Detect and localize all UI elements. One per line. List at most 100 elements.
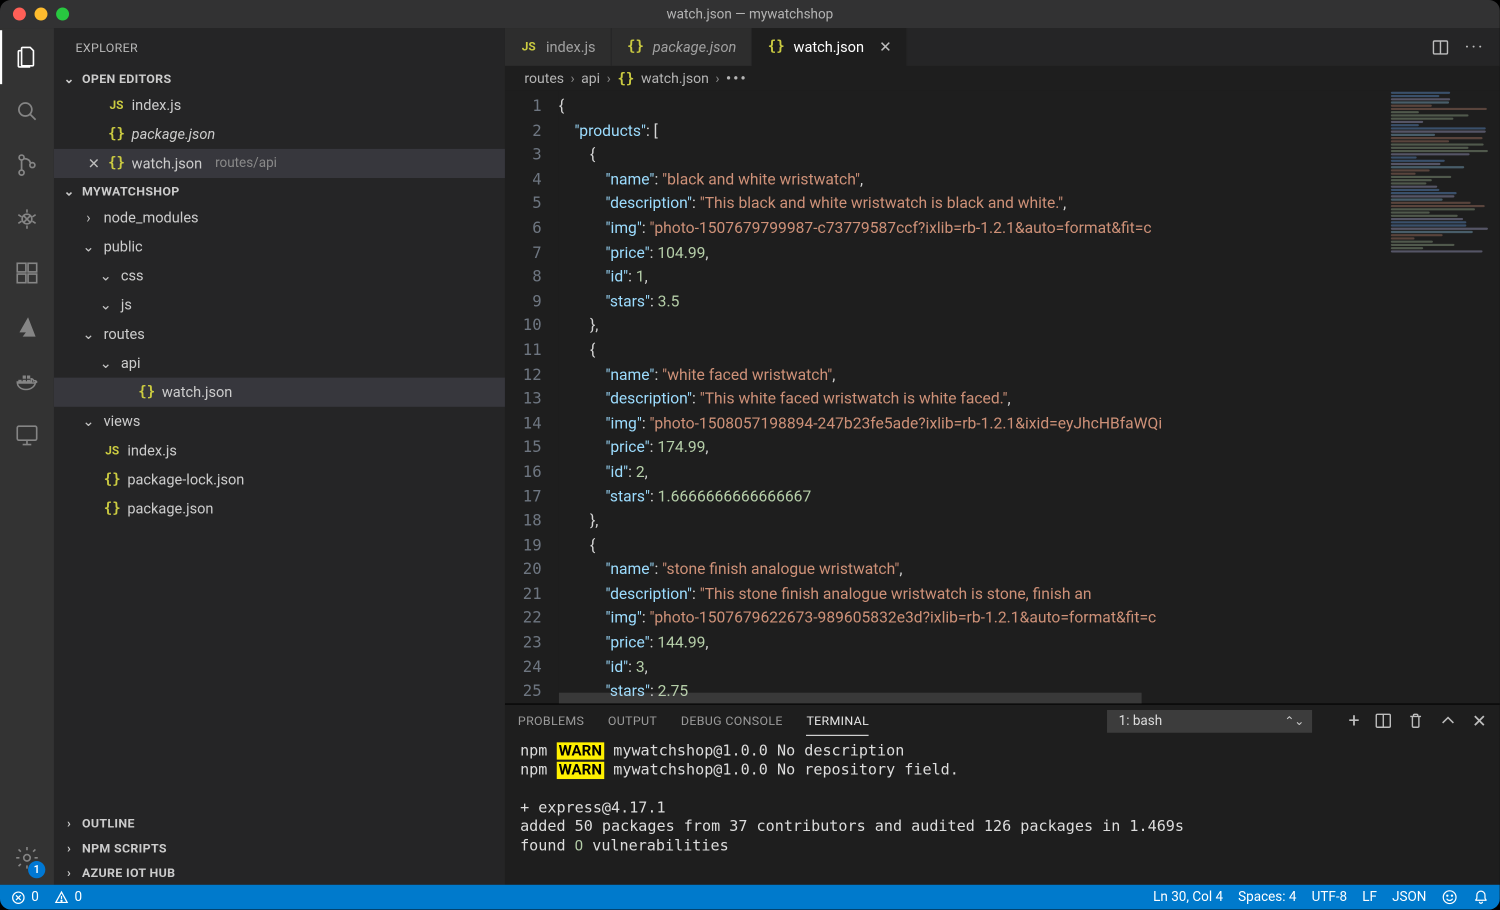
folder-item[interactable]: ⌄ public [54, 232, 505, 261]
editor-group: JSindex.js{}package.json{}watch.json✕ ··… [505, 28, 1500, 885]
status-encoding[interactable]: UTF-8 [1312, 889, 1348, 905]
folder-item[interactable]: ⌄views [54, 407, 505, 436]
split-terminal-icon[interactable] [1375, 712, 1392, 729]
maximize-panel-icon[interactable] [1440, 712, 1457, 729]
folder-item[interactable]: ›node_modules [54, 203, 505, 232]
close-icon[interactable]: ✕ [879, 38, 892, 55]
editor-tab[interactable]: {}package.json [612, 28, 753, 66]
section-header[interactable]: ›OUTLINE [54, 810, 505, 835]
chevron-down-icon: ⌄ [80, 325, 97, 342]
workspace-header[interactable]: ⌄ MYWATCHSHOP [54, 178, 505, 203]
file-item[interactable]: JSindex.js [54, 436, 505, 465]
status-errors[interactable]: 0 [11, 889, 39, 905]
file-label: package.json [127, 500, 213, 517]
activity-azure-icon[interactable] [0, 300, 54, 354]
activity-extensions-icon[interactable] [0, 246, 54, 300]
breadcrumb-segment[interactable]: watch.json [641, 71, 709, 87]
split-editor-icon[interactable] [1432, 38, 1449, 55]
panel-tab-problems[interactable]: PROBLEMS [518, 713, 584, 728]
chevron-down-icon: ⌄ [97, 354, 114, 371]
activity-bar: 1 [0, 28, 54, 885]
folder-item[interactable]: ⌄api [54, 349, 505, 378]
close-icon[interactable]: ✕ [86, 155, 101, 172]
json-file-icon: {} [104, 472, 121, 488]
folder-label: js [121, 296, 132, 313]
breadcrumb-segment[interactable]: routes [524, 71, 564, 87]
editor-tab[interactable]: JSindex.js [505, 28, 612, 66]
window-titlebar[interactable]: watch.json — mywatchshop [0, 0, 1500, 28]
open-editors-label: OPEN EDITORS [82, 71, 171, 86]
file-label: package-lock.json [127, 471, 244, 488]
chevron-down-icon: ⌄ [97, 296, 114, 313]
folder-item[interactable]: ⌄routes [54, 319, 505, 348]
open-editor-label: package.json [132, 126, 216, 143]
breadcrumb-segment[interactable]: api [581, 71, 600, 87]
editor-tab[interactable]: {}watch.json✕ [753, 28, 908, 66]
folder-label: css [121, 267, 144, 284]
file-item[interactable]: {} package.json [54, 494, 505, 523]
breadcrumb-separator-icon: › [715, 71, 719, 87]
chevron-right-icon: › [60, 865, 77, 880]
kill-terminal-icon[interactable] [1407, 712, 1424, 729]
folder-label: public [104, 238, 143, 255]
code-editor[interactable]: 1234567891011121314151617181920212223242… [505, 91, 1500, 704]
code-content[interactable]: { "products": [ { "name": "black and whi… [559, 91, 1500, 704]
panel-tab-terminal[interactable]: TERMINAL [806, 713, 869, 736]
terminal-selector[interactable]: 1: bash ⌃⌄ [1107, 709, 1312, 732]
json-file-icon: {} [104, 501, 121, 517]
feedback-icon[interactable] [1442, 889, 1458, 905]
breadcrumb-more-icon[interactable]: ••• [726, 71, 748, 87]
bottom-panel: PROBLEMS OUTPUT DEBUG CONSOLE TERMINAL 1: b… [505, 704, 1500, 885]
file-label: watch.json [162, 384, 232, 401]
status-language[interactable]: JSON [1392, 889, 1426, 905]
status-cursor-position[interactable]: Ln 30, Col 4 [1153, 889, 1223, 905]
sidebar-title: EXPLORER [54, 28, 505, 66]
more-actions-icon[interactable]: ··· [1465, 37, 1485, 58]
file-label: index.js [127, 442, 177, 459]
activity-explorer-icon[interactable] [0, 30, 54, 84]
scrollbar-thumb[interactable] [559, 693, 1142, 704]
section-header[interactable]: › AZURE IOT HUB [54, 860, 505, 885]
activity-remote-explorer-icon[interactable] [0, 408, 54, 462]
minimap[interactable] [1383, 91, 1500, 704]
file-item[interactable]: {}watch.json [54, 378, 505, 407]
open-editor-item[interactable]: ✕{}watch.jsonroutes/api [54, 149, 505, 178]
section-header[interactable]: ›NPM SCRIPTS [54, 835, 505, 860]
close-panel-icon[interactable]: ✕ [1472, 711, 1487, 732]
panel-tab-debug-console[interactable]: DEBUG CONSOLE [681, 713, 783, 728]
file-item[interactable]: {} package-lock.json [54, 465, 505, 494]
open-editor-label: watch.json [132, 155, 202, 172]
folder-item[interactable]: ⌄css [54, 261, 505, 290]
activity-docker-icon[interactable] [0, 354, 54, 408]
activity-settings-icon[interactable]: 1 [0, 831, 54, 885]
collapsed-sections: ›OUTLINE›NPM SCRIPTS › AZURE IOT HUB [54, 810, 505, 884]
status-eol[interactable]: LF [1362, 889, 1377, 905]
new-terminal-icon[interactable]: + [1348, 709, 1359, 732]
horizontal-scrollbar[interactable] [559, 693, 1370, 704]
activity-search-icon[interactable] [0, 84, 54, 138]
breadcrumbs[interactable]: routes›api›{}watch.json›••• [505, 67, 1500, 91]
activity-source-control-icon[interactable] [0, 138, 54, 192]
activity-run-debug-icon[interactable] [0, 192, 54, 246]
breadcrumb-separator-icon: › [570, 71, 574, 87]
status-indentation[interactable]: Spaces: 4 [1238, 889, 1296, 905]
chevron-down-icon: ⌄ [80, 238, 97, 255]
settings-badge: 1 [28, 861, 45, 878]
open-editors-header[interactable]: ⌄ OPEN EDITORS [54, 66, 505, 91]
panel-tab-output[interactable]: OUTPUT [608, 713, 657, 728]
window-title: watch.json — mywatchshop [0, 6, 1500, 22]
terminal-selector-value: 1: bash [1119, 713, 1162, 729]
open-editor-item[interactable]: {}package.json [54, 120, 505, 149]
folder-item[interactable]: ⌄ js [54, 290, 505, 319]
status-error-count: 0 [31, 889, 39, 905]
notifications-icon[interactable] [1473, 889, 1489, 905]
status-bar: 0 0 Ln 30, Col 4 Spaces: 4 UTF-8 LF JSON [0, 885, 1500, 910]
open-editor-item[interactable]: JSindex.js [54, 91, 505, 120]
vscode-window: watch.json — mywatchshop 1 EXPLORER ⌄ OP… [0, 0, 1500, 910]
folder-label: node_modules [104, 209, 199, 226]
line-gutter: 1234567891011121314151617181920212223242… [505, 91, 559, 704]
terminal-output[interactable]: npm WARN mywatchshop@1.0.0 No descriptio… [505, 738, 1500, 885]
explorer-sidebar: EXPLORER ⌄ OPEN EDITORS JSindex.js{}pack… [54, 28, 505, 885]
section-label: AZURE IOT HUB [82, 865, 175, 880]
status-warnings[interactable]: 0 [54, 889, 82, 905]
